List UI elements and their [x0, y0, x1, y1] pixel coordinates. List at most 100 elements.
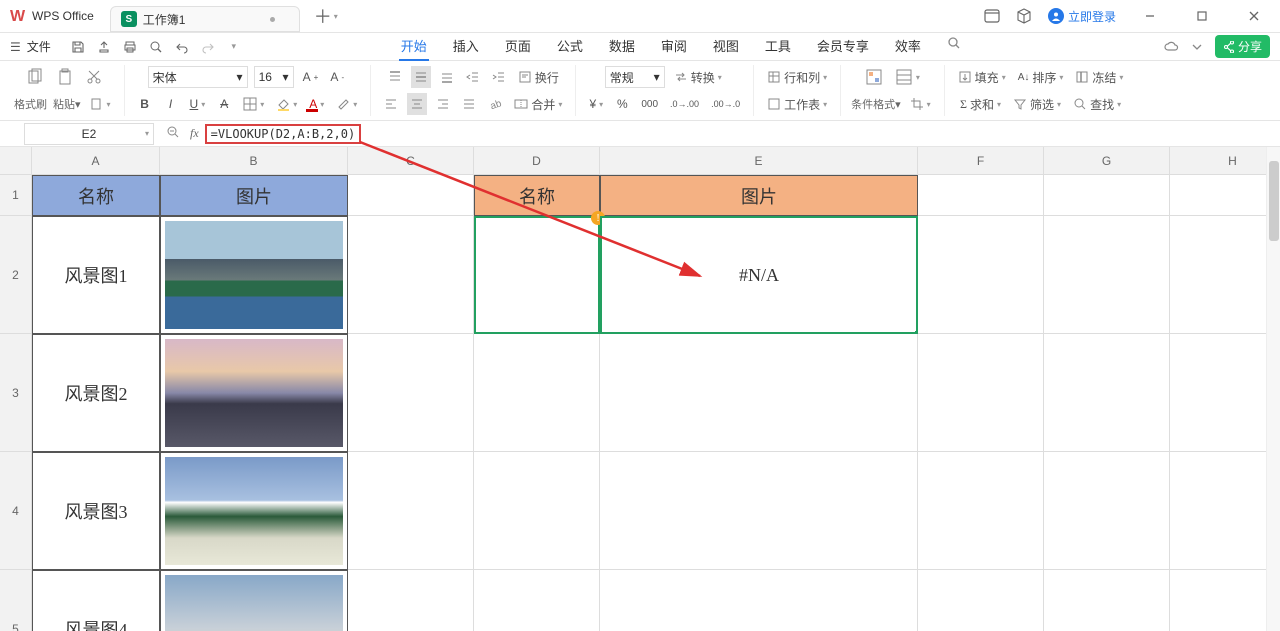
- filter-button[interactable]: 筛选▾: [1010, 93, 1064, 115]
- tab-data[interactable]: 数据: [607, 32, 637, 61]
- export-icon[interactable]: [95, 38, 113, 56]
- wrap-text-button[interactable]: 换行: [515, 66, 562, 88]
- italic-button[interactable]: I: [161, 93, 181, 115]
- col-header-H[interactable]: H: [1170, 147, 1280, 175]
- row-header-5[interactable]: 5: [0, 570, 32, 631]
- cell-D3[interactable]: [474, 334, 600, 452]
- tab-premium[interactable]: 会员专享: [815, 32, 871, 61]
- vertical-scrollbar[interactable]: [1266, 147, 1280, 631]
- tab-insert[interactable]: 插入: [451, 32, 481, 61]
- clipboard-more-icon[interactable]: ▾: [87, 93, 114, 115]
- name-box[interactable]: E2 ▾: [24, 123, 154, 145]
- cell-B3[interactable]: [160, 334, 348, 452]
- number-format-select[interactable]: 常规▾: [605, 66, 665, 88]
- zoom-out-icon[interactable]: [166, 125, 180, 142]
- cell-E4[interactable]: [600, 452, 918, 570]
- select-all-corner[interactable]: [0, 147, 32, 175]
- decrease-indent-icon[interactable]: [463, 66, 483, 88]
- cell-G3[interactable]: [1044, 334, 1170, 452]
- rowcol-button[interactable]: 行和列▾: [764, 66, 830, 88]
- cell-G4[interactable]: [1044, 452, 1170, 570]
- paste-label[interactable]: 粘贴▾: [53, 96, 81, 112]
- increase-font-icon[interactable]: A+: [300, 66, 322, 88]
- cell-C2[interactable]: [348, 216, 474, 334]
- row-header-3[interactable]: 3: [0, 334, 32, 452]
- cell-B1[interactable]: 图片: [160, 175, 348, 216]
- justify-icon[interactable]: [459, 93, 479, 115]
- col-header-G[interactable]: G: [1044, 147, 1170, 175]
- cell-C1[interactable]: [348, 175, 474, 216]
- scrollbar-thumb[interactable]: [1269, 161, 1279, 241]
- cell-E3[interactable]: [600, 334, 918, 452]
- strikethrough-button[interactable]: A: [214, 93, 234, 115]
- worksheet-button[interactable]: 工作表▾: [764, 93, 830, 115]
- search-menu-icon[interactable]: [945, 32, 963, 61]
- border-icon[interactable]: ▾: [240, 93, 267, 115]
- percent-icon[interactable]: %: [612, 93, 632, 115]
- cell-A5[interactable]: 风景图4: [32, 570, 160, 631]
- file-menu[interactable]: 文件: [27, 38, 51, 55]
- cell-F1[interactable]: [918, 175, 1044, 216]
- cell-F4[interactable]: [918, 452, 1044, 570]
- maximize-button[interactable]: [1184, 0, 1220, 33]
- conditional-format-label[interactable]: 条件格式▾: [851, 96, 901, 112]
- add-tab-button[interactable]: ＋: [314, 3, 332, 29]
- window-layout-icon[interactable]: [984, 8, 1000, 24]
- cell-B2[interactable]: [160, 216, 348, 334]
- underline-button[interactable]: U▾: [187, 93, 209, 115]
- align-center-icon[interactable]: [407, 93, 427, 115]
- cell-B5[interactable]: [160, 570, 348, 631]
- orientation-icon[interactable]: ab: [485, 93, 505, 115]
- cell-E2[interactable]: #N/A: [600, 216, 918, 334]
- align-left-icon[interactable]: [381, 93, 401, 115]
- cond-format-icon[interactable]: [862, 66, 886, 88]
- cell-H1[interactable]: [1170, 175, 1280, 216]
- decrease-decimal-icon[interactable]: .00→.0: [708, 93, 743, 115]
- increase-decimal-icon[interactable]: .0→.00: [667, 93, 702, 115]
- cell-B4[interactable]: [160, 452, 348, 570]
- font-size-select[interactable]: 16▾: [254, 66, 294, 88]
- save-icon[interactable]: [69, 38, 87, 56]
- cell-D4[interactable]: [474, 452, 600, 570]
- formula-input[interactable]: =VLOOKUP(D2,A:B,2,0): [205, 124, 362, 144]
- add-tab-caret-icon[interactable]: ▾: [334, 12, 338, 21]
- close-button[interactable]: [1236, 0, 1272, 33]
- bold-button[interactable]: B: [135, 93, 155, 115]
- tab-formula[interactable]: 公式: [555, 32, 585, 61]
- tab-page[interactable]: 页面: [503, 32, 533, 61]
- freeze-button[interactable]: 冻结▾: [1072, 66, 1126, 88]
- col-header-E[interactable]: E: [600, 147, 918, 175]
- copy-icon[interactable]: [23, 66, 47, 88]
- clear-format-icon[interactable]: ▾: [333, 93, 360, 115]
- convert-button[interactable]: 转换▾: [671, 66, 725, 88]
- qat-more-icon[interactable]: ▾: [225, 38, 243, 56]
- cell-D5[interactable]: [474, 570, 600, 631]
- table-style-icon[interactable]: ▾: [892, 66, 923, 88]
- cell-H3[interactable]: [1170, 334, 1280, 452]
- tab-review[interactable]: 审阅: [659, 32, 689, 61]
- redo-icon[interactable]: [199, 38, 217, 56]
- col-header-A[interactable]: A: [32, 147, 160, 175]
- font-color-icon[interactable]: A▾: [306, 93, 327, 115]
- cell-F2[interactable]: [918, 216, 1044, 334]
- align-middle-icon[interactable]: [411, 66, 431, 88]
- merge-button[interactable]: 合并▾: [511, 93, 565, 115]
- row-header-1[interactable]: 1: [0, 175, 32, 216]
- cell-A3[interactable]: 风景图2: [32, 334, 160, 452]
- tab-efficiency[interactable]: 效率: [893, 32, 923, 61]
- fill-color-icon[interactable]: ▾: [273, 93, 300, 115]
- cell-C5[interactable]: [348, 570, 474, 631]
- cell-D1[interactable]: 名称: [474, 175, 600, 216]
- cell-G1[interactable]: [1044, 175, 1170, 216]
- login-button[interactable]: 立即登录: [1048, 8, 1116, 25]
- cloud-icon[interactable]: [1163, 39, 1179, 55]
- col-header-B[interactable]: B: [160, 147, 348, 175]
- cell-H2[interactable]: [1170, 216, 1280, 334]
- cell-E5[interactable]: [600, 570, 918, 631]
- cell-A1[interactable]: 名称: [32, 175, 160, 216]
- align-bottom-icon[interactable]: [437, 66, 457, 88]
- col-header-D[interactable]: D: [474, 147, 600, 175]
- decrease-font-icon[interactable]: A-: [327, 66, 347, 88]
- minimize-button[interactable]: [1132, 0, 1168, 33]
- share-button[interactable]: 分享: [1215, 35, 1270, 58]
